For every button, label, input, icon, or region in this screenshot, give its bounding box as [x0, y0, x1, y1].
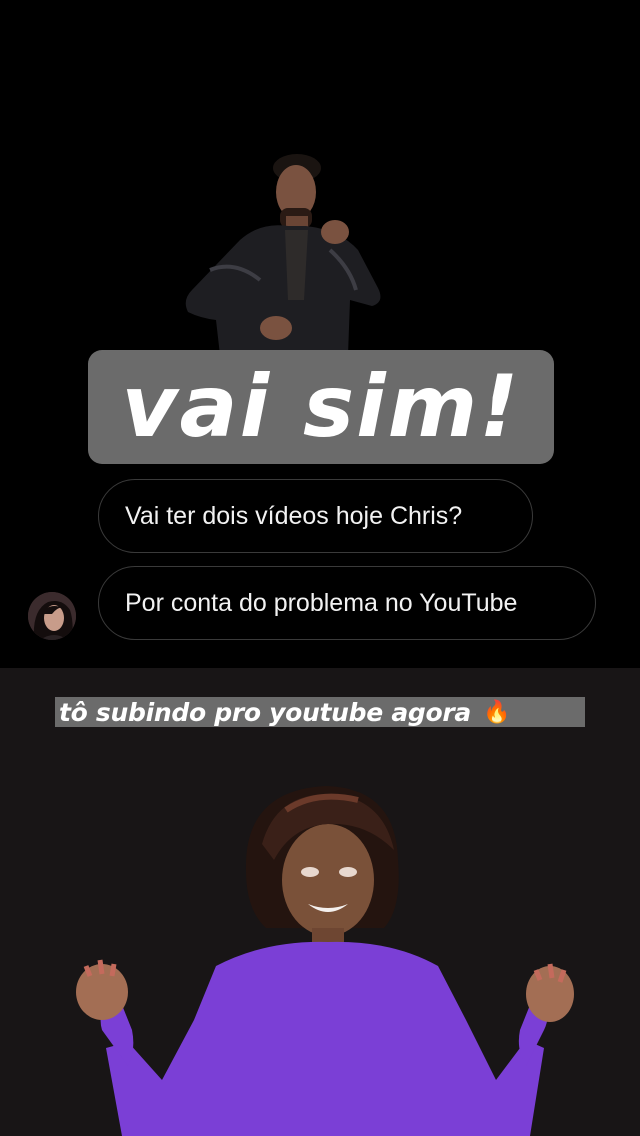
caption-text-sticker: tô subindo pro youtube agora 🔥 — [55, 697, 585, 727]
headline-text-sticker: vai sim! — [88, 350, 554, 464]
dancing-woman-sticker — [66, 780, 586, 1136]
dancing-man-sticker — [180, 150, 390, 355]
dancing-woman-gif-icon — [76, 786, 574, 1136]
question-response-panel: vai sim! Vai ter dois vídeos hoje Chris?… — [0, 0, 640, 668]
caption-text: tô subindo pro youtube agora — [59, 697, 471, 727]
fire-icon: 🔥 — [482, 699, 511, 724]
message-text: Vai ter dois vídeos hoje Chris? — [125, 501, 463, 530]
headline-text: vai sim! — [121, 357, 521, 457]
message-bubble: Vai ter dois vídeos hoje Chris? — [98, 479, 533, 553]
message-bubble: Por conta do problema no YouTube — [98, 566, 596, 640]
user-avatar-icon — [28, 592, 76, 640]
story-screen: vai sim! Vai ter dois vídeos hoje Chris?… — [0, 0, 640, 1136]
avatar[interactable] — [28, 592, 76, 640]
message-text: Por conta do problema no YouTube — [125, 588, 518, 617]
dancing-man-gif-icon — [185, 154, 381, 355]
